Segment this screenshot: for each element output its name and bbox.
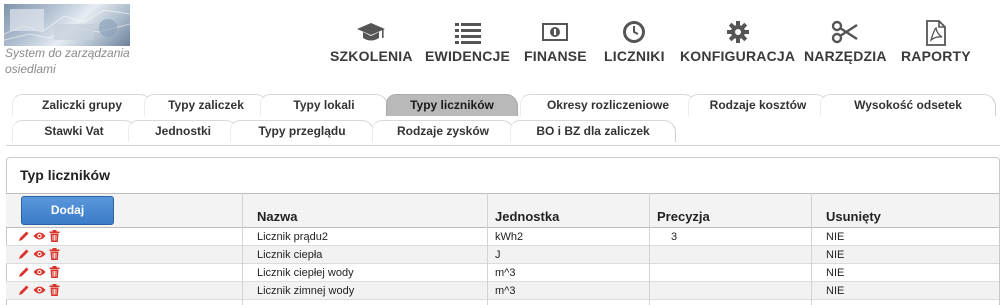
scissors-icon [804, 20, 887, 45]
config-tabs: Zaliczki grupy Typy zaliczek Typy lokali… [6, 90, 1000, 146]
pencil-icon[interactable] [18, 284, 30, 299]
column-divider [811, 193, 812, 305]
nav-liczniki[interactable]: LICZNIKI [604, 20, 665, 64]
add-button[interactable]: Dodaj [21, 196, 114, 225]
nav-ewidencje[interactable]: EWIDENCJE [425, 20, 510, 64]
column-divider [242, 193, 243, 305]
tab-rodzaje-kosztow[interactable]: Rodzaje kosztów [688, 94, 828, 116]
eye-icon[interactable] [33, 248, 46, 263]
cell-jednostka: m^3 [495, 285, 516, 297]
cell-jednostka: kWh2 [495, 231, 524, 243]
clock-icon [604, 20, 665, 45]
nav-konfiguracja[interactable]: KONFIGURACJA [680, 20, 795, 64]
cell-usuniety: NIE [826, 285, 845, 297]
nav-raporty[interactable]: RAPORTY [901, 20, 971, 64]
nav-szkolenia[interactable]: SZKOLENIA [330, 20, 413, 64]
tab-typy-lokali[interactable]: Typy lokali [260, 94, 388, 116]
column-header-nazwa[interactable]: Nazwa [257, 209, 297, 224]
tabs-divider [6, 145, 1000, 146]
tab-stawki-vat[interactable]: Stawki Vat [12, 120, 136, 142]
panel-title: Typ liczników [20, 167, 110, 183]
pencil-icon[interactable] [18, 230, 30, 245]
eye-icon[interactable] [33, 230, 46, 245]
table-row: Licznik prądu2 kWh2 3 NIE [6, 228, 999, 246]
tab-wysokosc-odsetek[interactable]: Wysokość odsetek [820, 94, 996, 116]
trash-icon[interactable] [49, 248, 60, 263]
gear-icon [680, 20, 795, 45]
cell-precyzja: 3 [671, 231, 678, 243]
tab-jednostki[interactable]: Jednostki [128, 120, 238, 142]
logo [4, 4, 130, 46]
table-header: Dodaj Nazwa Jednostka Precyzja Usunięty [6, 193, 999, 228]
tab-rodzaje-zyskow[interactable]: Rodzaje zysków [372, 120, 514, 142]
column-divider [487, 193, 488, 305]
cell-usuniety: NIE [826, 231, 845, 243]
pencil-icon[interactable] [18, 248, 30, 263]
trash-icon[interactable] [49, 266, 60, 281]
trash-icon[interactable] [49, 284, 60, 299]
money-icon [524, 20, 587, 45]
list-icon [425, 20, 510, 45]
tab-okresy-rozliczeniowe[interactable]: Okresy rozliczeniowe [520, 94, 696, 116]
table-row: Licznik ciepła J NIE [6, 246, 999, 264]
eye-icon[interactable] [33, 284, 46, 299]
cell-nazwa: Licznik ciepłej wody [257, 267, 354, 279]
column-header-precyzja[interactable]: Precyzja [657, 209, 710, 224]
cell-nazwa: Licznik zimnej wody [257, 285, 355, 297]
graduation-cap-icon [330, 20, 413, 45]
column-divider [649, 193, 650, 305]
pdf-file-icon [901, 20, 971, 46]
cell-jednostka: J [495, 249, 501, 261]
eye-icon[interactable] [33, 266, 46, 281]
tab-typy-licznikow[interactable]: Typy liczników [386, 94, 518, 116]
table-row: Licznik ciepłej wody m^3 NIE [6, 264, 999, 282]
tab-typy-przegladu[interactable]: Typy przeglądu [230, 120, 374, 142]
cell-nazwa: Licznik prądu2 [257, 231, 328, 243]
pencil-icon[interactable] [18, 266, 30, 281]
nav-finanse[interactable]: FINANSE [524, 20, 587, 64]
tab-bo-i-bz-dla-zaliczek[interactable]: BO i BZ dla zaliczek [510, 120, 676, 142]
cell-jednostka: m^3 [495, 267, 516, 279]
column-header-jednostka[interactable]: Jednostka [495, 209, 559, 224]
cell-usuniety: NIE [826, 267, 845, 279]
nav-narzedzia[interactable]: NARZĘDZIA [804, 20, 887, 64]
table-row: Licznik zimnej wody m^3 NIE [6, 282, 999, 300]
trash-icon[interactable] [49, 230, 60, 245]
tab-typy-zaliczek[interactable]: Typy zaliczek [144, 94, 268, 116]
tab-zaliczki-grupy[interactable]: Zaliczki grupy [12, 94, 152, 116]
cell-usuniety: NIE [826, 249, 845, 261]
cell-nazwa: Licznik ciepła [257, 249, 323, 261]
column-header-usuniety[interactable]: Usunięty [826, 209, 881, 224]
app-tagline: System do zarządzania osiedlami [5, 46, 130, 76]
